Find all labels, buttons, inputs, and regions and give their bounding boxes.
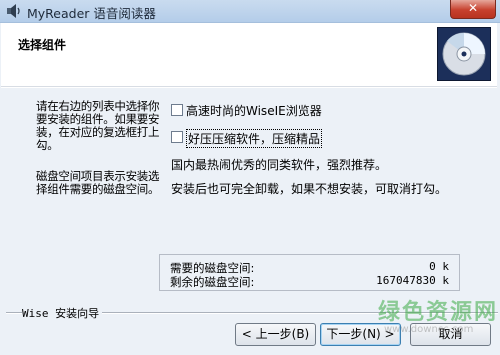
checkbox-label-haozip[interactable]: 好压压缩软件，压缩精品 (186, 129, 323, 148)
page-title: 选择组件 (18, 38, 67, 52)
wizard-label: Wise 安装向导 (22, 305, 103, 321)
checkbox-haozip[interactable] (171, 131, 183, 143)
next-button[interactable]: 下一步(N) > (320, 323, 401, 346)
disk-space-panel: 需要的磁盘空间: 0 k 剩余的磁盘空间: 167047830 k (159, 254, 460, 291)
checkbox-label-wiseie-browser[interactable]: 高速时尚的WiseIE浏览器 (186, 102, 322, 119)
close-button[interactable]: ✕ (450, 0, 496, 19)
instruction-text-1: 请在右边的列表中选择你要安装的组件。如果要安装，在对应的复选框打上勾。 (36, 99, 160, 152)
header-band: 选择组件 (1, 23, 497, 87)
disk-remaining-row: 剩余的磁盘空间: 167047830 k (170, 274, 455, 289)
component-info-line-2: 安装后也可完全卸载，如果不想安装，可取消打勾。 (171, 182, 448, 196)
disk-remaining-value: 167047830 k (376, 274, 449, 287)
title-bar[interactable]: MyReader 语音阅读器 ✕ (0, 0, 500, 23)
back-button[interactable]: < 上一步(B) (235, 323, 316, 346)
cd-disc-icon (437, 27, 491, 81)
disk-required-value: 0 k (429, 260, 449, 273)
instruction-text-2: 磁盘空间项目表示安装选择组件需要的磁盘空间。 (36, 169, 160, 196)
checkbox-wiseie-browser[interactable] (171, 104, 183, 116)
window-title: MyReader 语音阅读器 (27, 6, 156, 21)
disk-remaining-label: 剩余的磁盘空间: (170, 275, 255, 289)
component-info-line-1: 国内最热闹优秀的同类软件，强烈推荐。 (171, 158, 388, 172)
cancel-button[interactable]: 取消 (410, 323, 491, 346)
speaker-app-icon (7, 4, 20, 18)
close-icon: ✕ (467, 1, 479, 15)
disk-required-row: 需要的磁盘空间: 0 k (170, 260, 455, 275)
installer-window: MyReader 语音阅读器 ✕ 选择组件 请在右边的列表中选择你要安装的组件。… (0, 0, 500, 355)
